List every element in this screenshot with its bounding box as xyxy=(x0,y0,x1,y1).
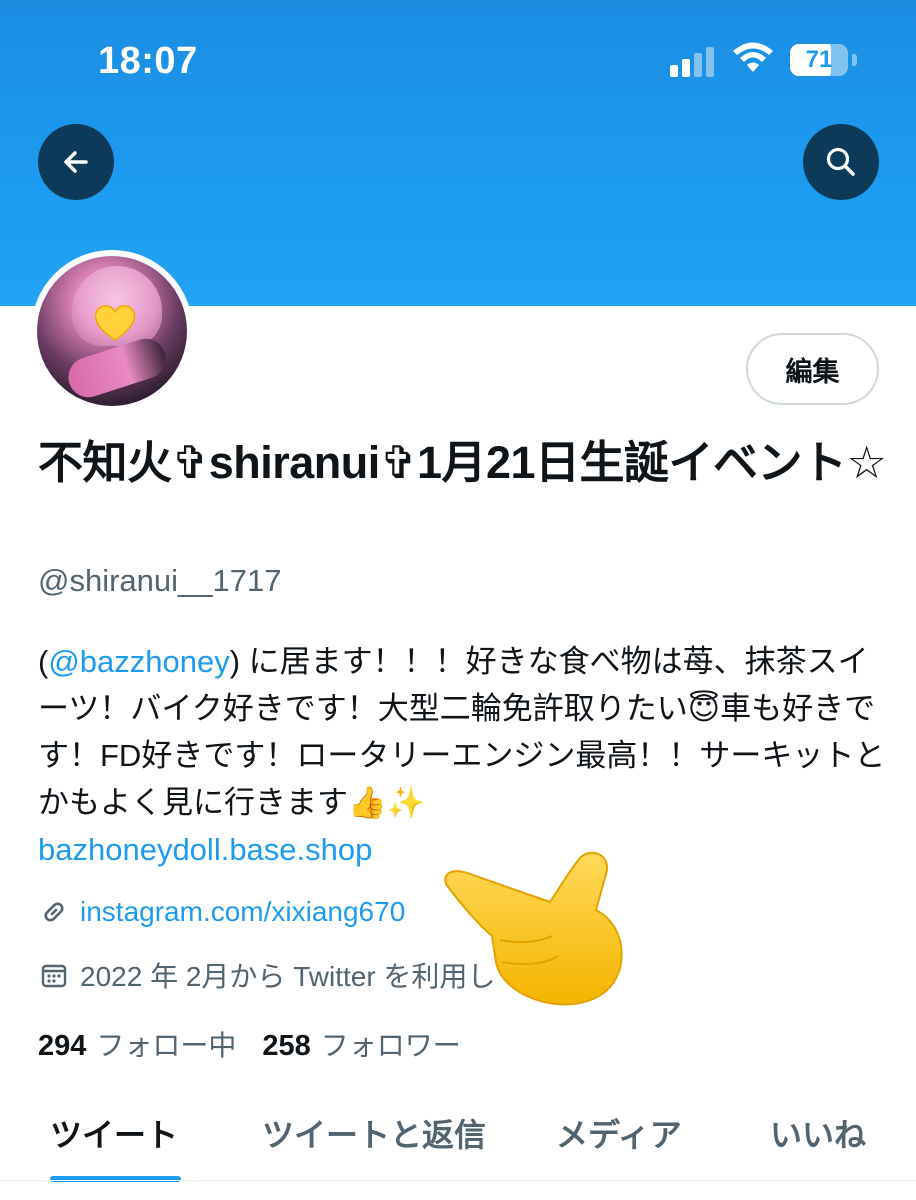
follow-stats: 294 フォロー中 258 フォロワー xyxy=(38,1024,461,1064)
status-bar: 18:07 71 xyxy=(0,0,916,110)
followers-label[interactable]: フォロワー xyxy=(321,1024,461,1064)
back-button[interactable] xyxy=(38,124,114,200)
pointing-hand-icon xyxy=(444,851,623,1006)
arrow-left-icon xyxy=(64,151,88,173)
user-handle: @shiranui__1717 xyxy=(38,563,282,598)
tab-tweets[interactable]: ツイート xyxy=(50,1110,178,1156)
followers-count[interactable]: 258 xyxy=(262,1030,310,1063)
following-label[interactable]: フォロー中 xyxy=(96,1024,236,1064)
profile-tabs: ツイート ツイートと返信 メディア いいね xyxy=(0,1090,916,1200)
website-row: instagram.com/xixiang670 xyxy=(38,896,405,928)
yellow-heart-icon xyxy=(94,305,136,341)
calendar-icon xyxy=(41,964,67,988)
search-button[interactable] xyxy=(803,124,879,200)
display-name: 不知火✞shiranui✞1月21日生誕イベント☆ xyxy=(38,437,887,488)
avatar[interactable] xyxy=(31,250,193,412)
bio-open-paren: ( xyxy=(38,644,49,679)
bio-shop-link[interactable]: bazhoneydoll.base.shop xyxy=(38,832,372,867)
avatar-image xyxy=(37,256,187,406)
website-link[interactable]: instagram.com/xixiang670 xyxy=(80,896,405,928)
battery-level: 71 xyxy=(805,46,833,73)
tabs-divider xyxy=(0,1180,916,1181)
tab-tweets-and-replies[interactable]: ツイートと返信 xyxy=(262,1110,486,1156)
wifi-icon xyxy=(733,42,773,72)
battery-tip xyxy=(852,54,857,66)
edit-profile-button[interactable]: 編集 xyxy=(746,333,879,405)
link-icon xyxy=(44,902,64,922)
active-tab-indicator xyxy=(50,1176,181,1182)
tab-media[interactable]: メディア xyxy=(556,1110,682,1156)
status-time: 18:07 xyxy=(98,40,198,82)
bio: (@bazzhoney) に居ます！！！好きな食べ物は苺、抹茶スイーツ！バイク好… xyxy=(38,638,888,873)
battery-icon: 71 xyxy=(790,44,848,76)
cellular-signal-icon xyxy=(670,47,716,77)
tab-likes[interactable]: いいね xyxy=(770,1110,866,1156)
search-icon xyxy=(826,147,855,176)
following-count[interactable]: 294 xyxy=(38,1030,86,1063)
bio-mention-link[interactable]: @bazzhoney xyxy=(48,644,229,679)
